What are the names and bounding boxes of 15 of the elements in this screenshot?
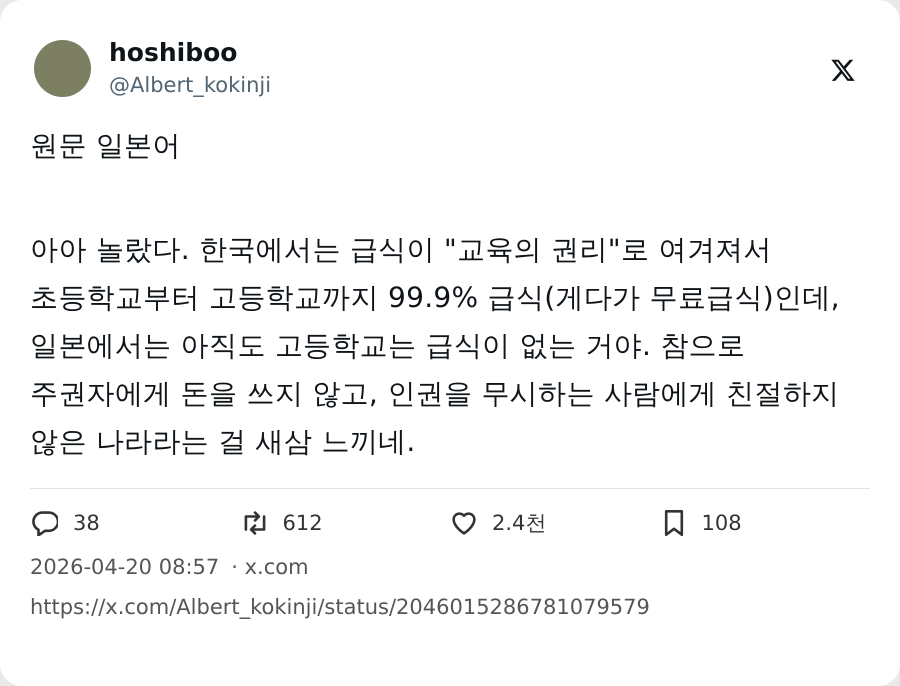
repost-icon[interactable] <box>242 510 268 536</box>
heart-icon[interactable] <box>451 510 477 536</box>
author-name[interactable]: hoshiboo <box>109 36 238 70</box>
timestamp[interactable]: 2026-04-20 08:57 <box>30 555 220 579</box>
reply-icon[interactable] <box>32 510 58 536</box>
author-handle[interactable]: @Albert_kokinji <box>109 70 272 100</box>
like-count: 2.4천 <box>492 510 546 537</box>
x-logo-icon[interactable] <box>830 57 856 83</box>
repost-count: 612 <box>282 511 323 535</box>
bookmark-count: 108 <box>702 511 742 535</box>
post-text: 아아 놀랐다. 한국에서는 급식이 "교육의 권리"로 여겨져서 초등학교부터 고등학교까지 99.9% 급식(게다가 무료급식)인데, 일본에서는 아직도 고등학교는 급식이 없는 거야. 참으로 주권자에게 돈을 쓰지 않고, 인권을 무시하는 사람에게 친절하지 않은 나라라는 걸 새삼 느끼네. <box>30 232 841 460</box>
post-url[interactable]: https://x.com/Albert_kokinji/status/2046015286781079579 <box>30 595 650 619</box>
reply-count: 38 <box>73 511 100 535</box>
source-label: · x.com <box>231 555 309 579</box>
post-text: 원문 일본어 <box>30 128 182 164</box>
